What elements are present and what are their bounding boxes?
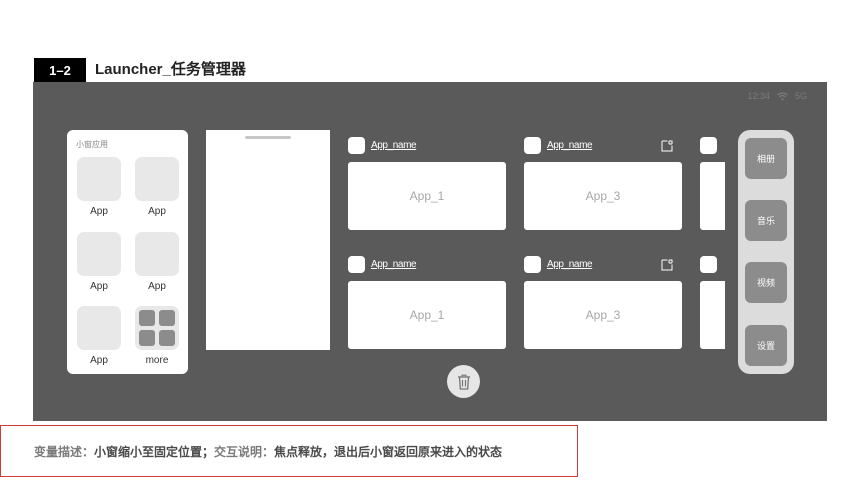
section-badge: 1–2 [34, 58, 86, 82]
task-card-partial[interactable] [700, 162, 725, 230]
var-desc-key: 变量描述： [34, 444, 95, 459]
mini-app-label: more [145, 355, 169, 366]
app-icon [77, 232, 121, 276]
app-icon [135, 157, 179, 201]
select-checkbox[interactable] [348, 137, 365, 154]
select-checkbox[interactable] [348, 256, 365, 273]
dock-item-music[interactable]: 音乐 [745, 200, 787, 241]
status-bar: 12:34 5G [747, 91, 807, 101]
mini-panel-title: 小窗应用 [76, 140, 108, 149]
task-header: App_name [348, 256, 417, 273]
task-header-partial [700, 137, 717, 154]
task-card[interactable]: App_1 [348, 281, 506, 349]
select-checkbox[interactable] [524, 137, 541, 154]
status-time: 12:34 [747, 91, 770, 101]
app-icon [77, 157, 121, 201]
wifi-icon [777, 91, 788, 101]
app-icon [77, 306, 121, 350]
interaction-value: 焦点释放，退出后小窗返回原来进入的状态 [274, 444, 503, 459]
mini-window-panel: 小窗应用 App App App App App more [67, 130, 188, 374]
mini-app-item[interactable]: App [77, 232, 121, 292]
task-app-name: App_name [371, 259, 417, 270]
task-app-name: App_name [547, 259, 593, 270]
var-desc-value: 小窗缩小至固定位置； [94, 444, 215, 459]
side-dock: 相册 音乐 视频 设置 [738, 130, 794, 374]
interaction-key: 交互说明： [214, 444, 275, 459]
description-box: 变量描述： 小窗缩小至固定位置； 交互说明： 焦点释放，退出后小窗返回原来进入的… [0, 425, 578, 477]
dock-item-video[interactable]: 视频 [745, 262, 787, 303]
device-screen: 12:34 5G 小窗应用 App App App App App more A… [33, 82, 827, 421]
task-header: App_name [524, 137, 593, 154]
shrunk-mini-window[interactable] [206, 130, 330, 350]
select-checkbox[interactable] [700, 256, 717, 273]
status-network: 5G [794, 91, 807, 101]
mini-app-label: App [90, 206, 108, 217]
mini-window-icon[interactable] [661, 259, 673, 271]
mini-window-icon[interactable] [661, 140, 673, 152]
mini-app-label: App [148, 281, 166, 292]
mini-app-item[interactable]: App [135, 232, 179, 292]
mini-app-label: App [90, 355, 108, 366]
page-title: Launcher_任务管理器 [95, 61, 246, 78]
task-card[interactable]: App_3 [524, 162, 682, 230]
task-app-name: App_name [371, 140, 417, 151]
task-card[interactable]: App_3 [524, 281, 682, 349]
task-header: App_name [524, 256, 593, 273]
dock-item-settings[interactable]: 设置 [745, 325, 787, 366]
select-checkbox[interactable] [700, 137, 717, 154]
select-checkbox[interactable] [524, 256, 541, 273]
task-card[interactable]: App_1 [348, 162, 506, 230]
task-card-partial[interactable] [700, 281, 725, 349]
app-icon [135, 232, 179, 276]
task-header: App_name [348, 137, 417, 154]
trash-icon [457, 374, 470, 390]
mini-app-label: App [90, 281, 108, 292]
more-apps-button[interactable]: more [135, 306, 179, 366]
task-app-name: App_name [547, 140, 593, 151]
mini-app-item[interactable]: App [77, 306, 121, 366]
mini-app-label: App [148, 206, 166, 217]
mini-app-item[interactable]: App [77, 157, 121, 217]
mini-app-item[interactable]: App [135, 157, 179, 217]
dock-item-gallery[interactable]: 相册 [745, 138, 787, 179]
task-header-partial [700, 256, 717, 273]
grid-icon [135, 306, 179, 350]
drag-handle[interactable] [245, 136, 291, 139]
clear-tasks-button[interactable] [447, 365, 480, 398]
